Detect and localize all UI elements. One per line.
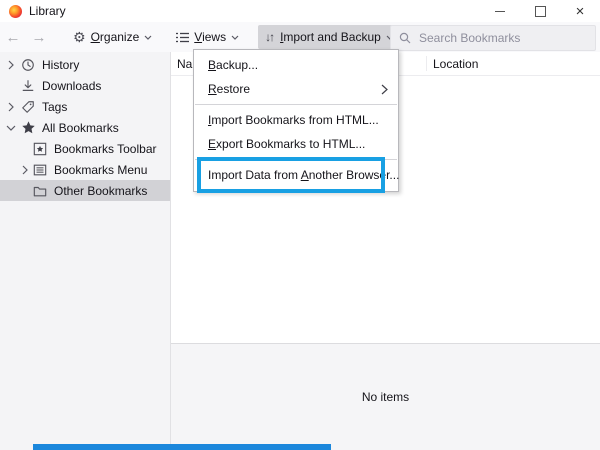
sidebar-item-label: Tags (42, 100, 67, 114)
minimize-icon (495, 11, 505, 12)
tag-icon (20, 99, 36, 115)
sidebar-item-other-bookmarks[interactable]: Other Bookmarks (0, 180, 170, 201)
organize-label: Organize (91, 30, 140, 44)
sidebar-item-downloads[interactable]: Downloads (0, 75, 170, 96)
sidebar-item-label: Other Bookmarks (54, 184, 147, 198)
import-and-backup-menu: Backup... Restore Import Bookmarks from … (193, 49, 399, 192)
organize-button[interactable]: ⚙ Organize (66, 25, 159, 49)
sidebar-item-bookmarks-menu[interactable]: Bookmarks Menu (4, 159, 170, 180)
menu-item-import-data-another-browser[interactable]: Import Data from Another Browser... (194, 163, 398, 187)
folder-icon (32, 183, 48, 199)
sidebar-item-label: Bookmarks Menu (54, 163, 147, 177)
sidebar-item-label: Bookmarks Toolbar (54, 142, 157, 156)
sidebar-item-tags[interactable]: Tags (0, 96, 170, 117)
sidebar-item-label: History (42, 58, 79, 72)
sidebar-item-all-bookmarks[interactable]: All Bookmarks (0, 117, 170, 138)
menu-separator (195, 159, 397, 160)
menu-list-icon (32, 162, 48, 178)
import-and-backup-button[interactable]: ↓↑ Import and Backup (258, 25, 401, 49)
menu-item-export-bookmarks-html[interactable]: Export Bookmarks to HTML... (194, 132, 398, 156)
titlebar: Library × (0, 0, 600, 22)
window-title: Library (29, 4, 66, 18)
minimize-button[interactable] (480, 0, 520, 22)
sidebar-item-bookmarks-toolbar[interactable]: Bookmarks Toolbar (0, 138, 170, 159)
gear-icon: ⚙ (73, 30, 86, 44)
submenu-arrow-icon (381, 84, 388, 95)
menu-item-backup[interactable]: Backup... (194, 53, 398, 77)
sidebar-item-label: Downloads (42, 79, 101, 93)
maximize-button[interactable] (520, 0, 560, 22)
views-label: Views (194, 30, 226, 44)
search-icon (399, 32, 411, 44)
sidebar: History Downloads Tags All Bookmarks Boo… (0, 52, 171, 450)
chevron-right-icon[interactable] (4, 102, 18, 112)
views-list-icon (176, 32, 189, 43)
search-input[interactable] (417, 30, 595, 46)
close-button[interactable]: × (560, 0, 600, 22)
chevron-down-icon (144, 35, 152, 40)
library-window: Library × ← → ⚙ Organize Views (0, 0, 600, 450)
star-icon (20, 120, 36, 136)
maximize-icon (535, 6, 546, 17)
search-box (390, 25, 596, 51)
bookmarks-toolbar-icon (32, 141, 48, 157)
views-button[interactable]: Views (169, 25, 246, 49)
forward-button[interactable]: → (26, 29, 52, 46)
bottom-blue-bar (33, 444, 331, 450)
column-header-location[interactable]: Location (426, 56, 600, 71)
chevron-down-icon[interactable] (4, 124, 18, 132)
clock-icon (20, 57, 36, 73)
sidebar-item-label: All Bookmarks (42, 121, 119, 135)
menu-item-import-bookmarks-html[interactable]: Import Bookmarks from HTML... (194, 108, 398, 132)
import-and-backup-label: Import and Backup (280, 30, 381, 44)
menu-separator (195, 104, 397, 105)
chevron-right-icon[interactable] (18, 165, 32, 175)
back-button[interactable]: ← (0, 29, 26, 46)
menu-item-restore[interactable]: Restore (194, 77, 398, 101)
chevron-right-icon[interactable] (4, 60, 18, 70)
sidebar-item-history[interactable]: History (0, 54, 170, 75)
chevron-down-icon (231, 35, 239, 40)
no-items-text: No items (171, 390, 600, 404)
download-icon (20, 78, 36, 94)
close-icon: × (576, 4, 585, 19)
empty-list-area: No items (171, 343, 600, 450)
window-controls: × (480, 0, 600, 22)
sort-arrows-icon: ↓↑ (265, 30, 273, 44)
firefox-logo-icon (9, 5, 22, 18)
